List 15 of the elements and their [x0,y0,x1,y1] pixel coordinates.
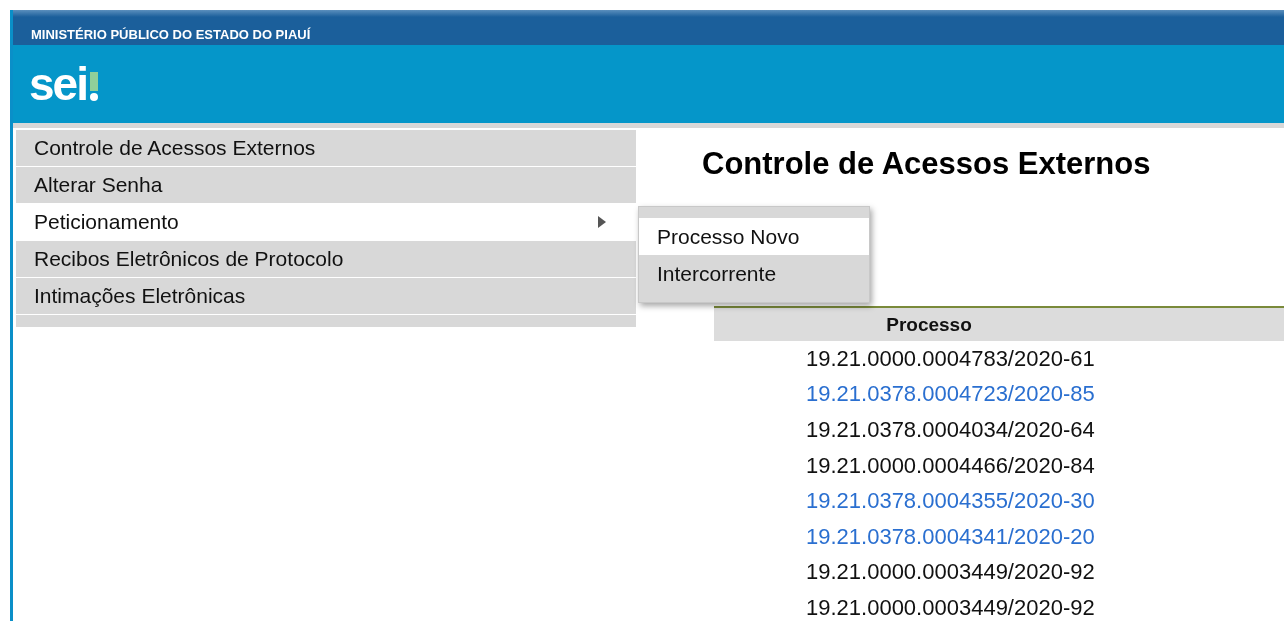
table-cell: 19.21.0378.0004034/2020-64 [806,417,1095,443]
process-link[interactable]: 19.21.0378.0004341/2020-20 [806,523,1095,550]
exclamation-icon [88,71,99,103]
menu-item[interactable]: Peticionamento [16,204,636,241]
table-cell: 19.21.0000.0003449/2020-92 [806,594,1095,621]
submenu-item[interactable]: Processo Novo [639,218,869,255]
page-title: Controle de Acessos Externos [702,146,1152,182]
submenu-item[interactable]: Intercorrente [639,255,869,292]
organization-name: MINISTÉRIO PÚBLICO DO ESTADO DO PIAUÍ [31,27,311,42]
table-cell: 19.21.0000.0004466/2020-84 [806,452,1095,479]
table-cell: 19.21.0000.0004783/2020-61 [806,345,1095,372]
process-link[interactable]: 19.21.0378.0004355/2020-30 [806,488,1095,515]
table-cell: 19.21.0000.0003449/2020-92 [806,559,1095,586]
column-header: Processo [886,313,972,336]
process-link[interactable]: 19.21.0378.0004723/2020-85 [806,381,1095,408]
